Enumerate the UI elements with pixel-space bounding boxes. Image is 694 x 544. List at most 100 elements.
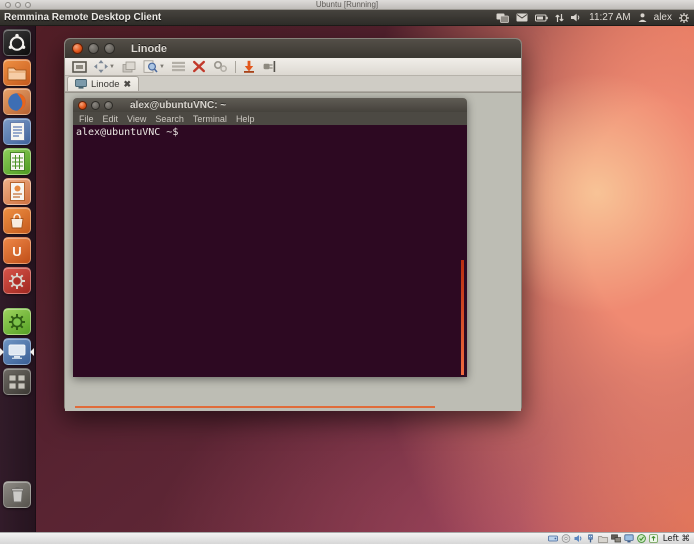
battery-icon[interactable]	[535, 14, 548, 22]
volume-icon[interactable]	[571, 13, 582, 22]
shared-folders-icon[interactable]	[598, 535, 608, 543]
zoom-button[interactable]: ▼	[143, 60, 165, 73]
screenshot-icon	[243, 60, 255, 73]
launcher-item-workspace-switcher[interactable]	[3, 368, 31, 395]
person-icon	[638, 13, 647, 22]
running-arrow-icon	[26, 348, 34, 356]
terminal-title: alex@ubuntuVNC: ~	[130, 100, 226, 111]
ubuntu-one-icon: U	[9, 243, 25, 259]
firefox-icon	[7, 92, 27, 112]
menu-terminal[interactable]: Terminal	[193, 114, 227, 124]
dropdown-arrow-icon[interactable]: ▼	[159, 64, 165, 70]
terminal-close-button[interactable]	[78, 101, 87, 110]
system-settings-icon	[8, 272, 26, 290]
username-menu[interactable]: alex	[654, 12, 672, 23]
launcher-item-trash[interactable]	[3, 481, 31, 508]
remote-wallpaper-sliver-vertical	[461, 260, 464, 375]
menu-edit[interactable]: Edit	[103, 114, 119, 124]
software-center-icon	[8, 212, 26, 230]
hdd-icon[interactable]	[548, 534, 558, 543]
remmina-tabbar: Linode ✖	[65, 76, 521, 92]
terminal-menubar: File Edit View Search Terminal Help	[73, 112, 467, 125]
network-icon[interactable]	[611, 534, 621, 543]
tools-button[interactable]	[192, 60, 206, 73]
terminal-minimize-button[interactable]	[91, 101, 100, 110]
zoom-icon	[143, 60, 158, 73]
audio-icon[interactable]	[574, 534, 583, 543]
fullscreen-icon	[72, 61, 87, 73]
vnc-viewport[interactable]: alex@ubuntuVNC: ~ File Edit View Search Term…	[65, 92, 521, 411]
preferences-button[interactable]	[213, 60, 228, 73]
launcher-item-firefox[interactable]	[3, 88, 31, 115]
tab-label: Linode	[91, 79, 120, 90]
focused-arrow-icon	[0, 348, 8, 356]
libreoffice-writer-icon	[10, 122, 25, 141]
home-folder-icon	[7, 65, 27, 81]
multi-session-icon[interactable]	[496, 13, 509, 23]
menu-file[interactable]: File	[79, 114, 94, 124]
launcher-item-system-settings[interactable]	[3, 267, 31, 294]
fit-window-button[interactable]: ▼	[94, 60, 115, 73]
display-icon[interactable]	[624, 534, 634, 543]
mouse-integration-icon[interactable]	[649, 534, 658, 543]
remmina-maximize-button[interactable]	[104, 43, 115, 54]
panel-app-title: Remmina Remote Desktop Client	[0, 12, 161, 23]
tools-icon	[192, 60, 206, 73]
clock[interactable]: 11:27 AM	[589, 12, 631, 23]
remmina-window-title: Linode	[131, 43, 167, 55]
launcher-item-home-folder[interactable]	[3, 59, 31, 86]
tab-close-icon[interactable]: ✖	[124, 80, 132, 89]
menu-search[interactable]: Search	[155, 114, 184, 124]
remmina-tab-linode[interactable]: Linode ✖	[67, 76, 139, 91]
vbox-statusbar: Left ⌘	[0, 532, 694, 544]
screenshot-button[interactable]	[243, 60, 255, 73]
libreoffice-impress-icon	[10, 182, 25, 201]
hostkey-indicator: Left ⌘	[661, 534, 690, 544]
features-icon[interactable]	[637, 534, 646, 543]
launcher-item-libreoffice-writer[interactable]	[3, 118, 31, 145]
desktop-wallpaper: U Linode ▼▼ Linode ✖	[0, 26, 694, 532]
libreoffice-calc-icon	[10, 152, 25, 171]
remmina-close-button[interactable]	[72, 43, 83, 54]
grab-keyboard-button[interactable]	[172, 61, 185, 72]
terminal-maximize-button[interactable]	[104, 101, 113, 110]
launcher-item-libreoffice-impress[interactable]	[3, 178, 31, 205]
menu-help[interactable]: Help	[236, 114, 255, 124]
workspace-switcher-icon	[8, 374, 26, 390]
launcher-item-remmina[interactable]	[3, 338, 31, 365]
grab-keyboard-icon	[172, 61, 185, 72]
unity-launcher: U	[0, 26, 36, 532]
software-updater-icon	[8, 313, 26, 331]
remmina-titlebar[interactable]: Linode	[65, 39, 521, 58]
trash-icon	[10, 486, 25, 503]
host-window-titlebar[interactable]: Ubuntu [Running]	[0, 0, 694, 10]
launcher-item-dash-home[interactable]	[3, 29, 31, 56]
toolbar-separator	[235, 61, 236, 73]
switch-tab-button[interactable]	[122, 61, 136, 73]
remmina-toolbar: ▼▼	[65, 58, 521, 76]
optical-icon[interactable]	[561, 534, 571, 543]
panel-indicators	[496, 13, 582, 23]
remmina-minimize-button[interactable]	[88, 43, 99, 54]
terminal-titlebar[interactable]: alex@ubuntuVNC: ~	[73, 98, 467, 112]
terminal-prompt: alex@ubuntuVNC ~$	[76, 127, 178, 138]
panel-indicator-area: 11:27 AM alex	[496, 12, 694, 23]
fullscreen-button[interactable]	[72, 61, 87, 73]
usb-icon[interactable]	[586, 534, 595, 543]
disconnect-button[interactable]	[262, 60, 276, 73]
launcher-item-libreoffice-calc[interactable]	[3, 148, 31, 175]
launcher-item-software-updater[interactable]	[3, 308, 31, 335]
ubuntu-top-panel: Remmina Remote Desktop Client 11:27 AM a…	[0, 10, 694, 26]
host-window-title: Ubuntu [Running]	[0, 0, 694, 10]
remmina-icon	[8, 344, 26, 360]
launcher-item-ubuntu-one[interactable]: U	[3, 237, 31, 264]
sync-arrows-icon[interactable]	[555, 13, 564, 23]
terminal-screen[interactable]: alex@ubuntuVNC ~$	[73, 125, 467, 377]
gear-icon[interactable]	[679, 13, 689, 23]
dropdown-arrow-icon[interactable]: ▼	[109, 64, 115, 70]
tab-monitor-icon	[75, 79, 87, 89]
menu-view[interactable]: View	[127, 114, 146, 124]
launcher-item-software-center[interactable]	[3, 207, 31, 234]
switch-tab-icon	[122, 61, 136, 73]
mail-icon[interactable]	[516, 13, 528, 22]
